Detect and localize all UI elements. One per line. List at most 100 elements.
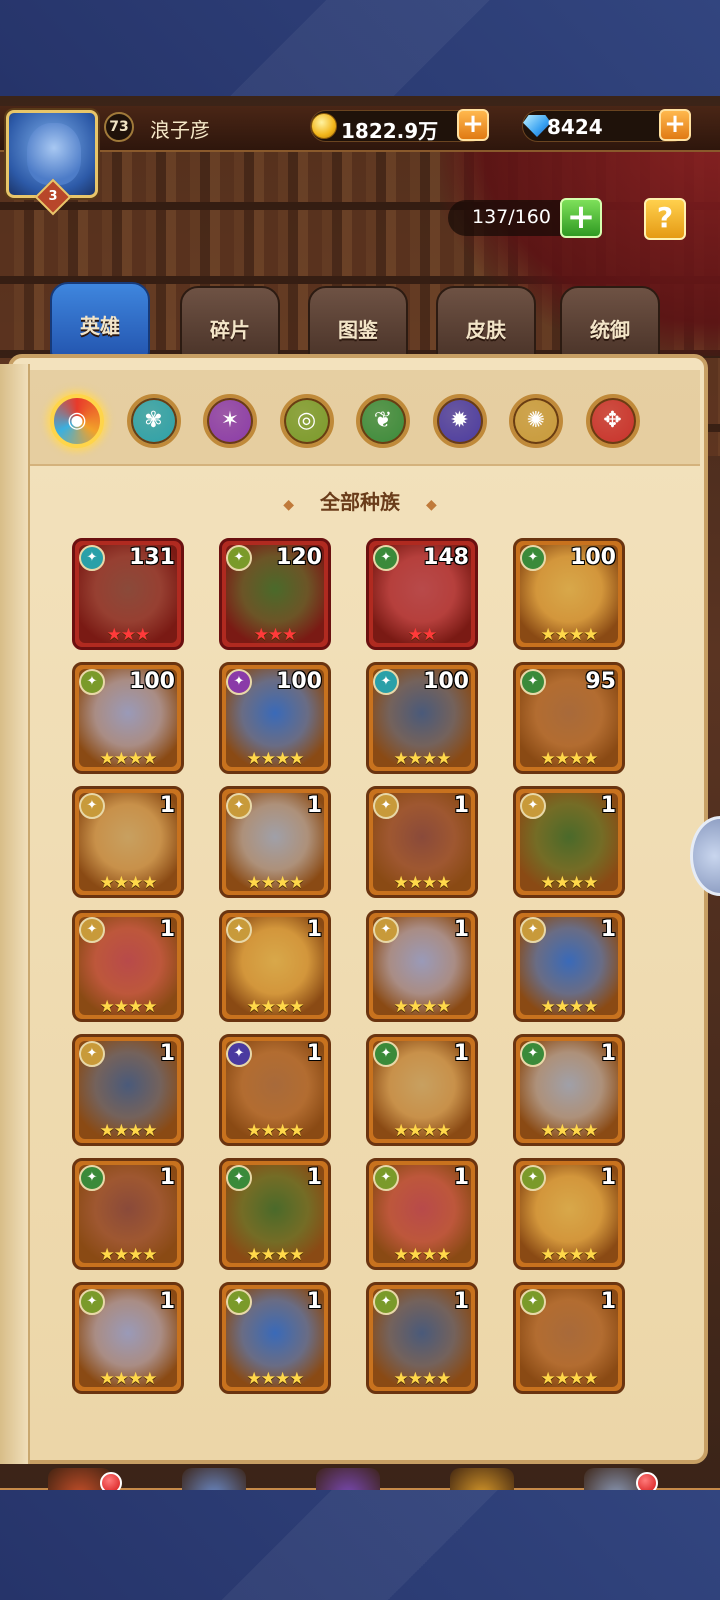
tab-label: 图鉴: [338, 318, 378, 342]
hero-card[interactable]: ✦ 1 ★★★★: [219, 786, 331, 898]
tab-fragments[interactable]: 碎片: [180, 286, 280, 362]
nature-faction-icon: ✦: [520, 669, 546, 695]
light-faction-filter-button[interactable]: ✺: [509, 394, 563, 448]
notification-dot-icon: [636, 1472, 658, 1490]
hero-level: 1: [306, 917, 322, 942]
light-faction-icon: ✦: [79, 1041, 105, 1067]
gold-resource: 1822.9万 +: [310, 109, 489, 143]
hero-card[interactable]: ✦ 1 ★★★★: [72, 910, 184, 1022]
hero-level: 148: [423, 545, 469, 570]
hero-star-rating: ★★★★: [246, 997, 305, 1017]
hero-level: 100: [276, 669, 322, 694]
tab-codex[interactable]: 图鉴: [308, 286, 408, 362]
dark-faction-icon: ✦: [226, 669, 252, 695]
tab-skins[interactable]: 皮肤: [436, 286, 536, 362]
light-faction-icon: ✦: [79, 793, 105, 819]
hero-level: 1: [306, 1041, 322, 1066]
nav-backpack[interactable]: 背包: [422, 1468, 542, 1490]
forest-faction-icon: ✦: [79, 545, 105, 571]
light-faction-icon: ✺: [526, 408, 546, 433]
hero-star-rating: ★★★★: [393, 1245, 452, 1265]
hero-card[interactable]: ✦ 1 ★★★★: [72, 1034, 184, 1146]
hero-star-rating: ★★★★: [99, 1369, 158, 1389]
nature-faction-icon: ✦: [520, 545, 546, 571]
hero-card[interactable]: ✦ 100 ★★★★: [513, 538, 625, 650]
hero-star-rating: ★★★★: [246, 1121, 305, 1141]
hero-star-rating: ★★★★: [540, 997, 599, 1017]
hero-level: 95: [585, 669, 616, 694]
hero-card[interactable]: ✦ 1 ★★★★: [366, 1158, 478, 1270]
hero-star-rating: ★★★★: [99, 1245, 158, 1265]
nature-faction-filter-button[interactable]: ❦: [356, 394, 410, 448]
nav-guild-tower[interactable]: 公会: [556, 1468, 676, 1490]
backpack-icon: [450, 1468, 514, 1490]
add-gems-button[interactable]: +: [659, 109, 691, 141]
gem-resource: 8424 +: [522, 109, 691, 142]
hero-card[interactable]: ✦ 1 ★★★★: [219, 1158, 331, 1270]
hero-card[interactable]: ✦ 1 ★★★★: [513, 786, 625, 898]
hero-card[interactable]: ✦ 1 ★★★★: [219, 910, 331, 1022]
hero-card[interactable]: ✦ 1 ★★★★: [366, 1034, 478, 1146]
blue-lion-avatar-icon: [27, 123, 81, 185]
light-faction-icon: ✦: [226, 793, 252, 819]
hero-card[interactable]: ✦ 100 ★★★★: [366, 662, 478, 774]
dark-faction-filter-button[interactable]: ✶: [203, 394, 257, 448]
shadow-faction-filter-button[interactable]: ✥: [585, 394, 640, 448]
hero-star-rating: ★★★★: [393, 749, 452, 769]
hero-card[interactable]: ✦ 100 ★★★★: [72, 662, 184, 774]
hero-star-rating: ★★★★: [393, 997, 452, 1017]
hero-card[interactable]: ✦ 1 ★★★★: [72, 1158, 184, 1270]
nav-castle[interactable]: 主城: [20, 1468, 140, 1490]
all-factions-filter-button[interactable]: ◉: [50, 394, 104, 448]
section-title: ◆ 全部种族 ◆: [0, 486, 720, 515]
hero-level: 131: [129, 545, 175, 570]
nature-faction-icon: ✦: [226, 1165, 252, 1191]
abyss-faction-filter-button[interactable]: ✹: [432, 394, 487, 448]
add-gold-button[interactable]: +: [457, 109, 489, 141]
fortress-faction-icon: ✦: [226, 545, 252, 571]
forest-faction-filter-button[interactable]: ✾: [126, 394, 181, 448]
hero-star-rating: ★★★★: [393, 1369, 452, 1389]
hero-card[interactable]: ✦ 95 ★★★★: [513, 662, 625, 774]
fortress-faction-icon: ✦: [79, 1289, 105, 1315]
hero-level: 1: [600, 1289, 616, 1314]
hero-star-rating: ★★★★: [540, 1369, 599, 1389]
nav-hero-portrait[interactable]: 英雄: [154, 1468, 274, 1490]
light-faction-icon: ✦: [79, 917, 105, 943]
tab-command[interactable]: 统御: [560, 286, 660, 362]
dark-faction-icon: ✶: [220, 408, 240, 433]
hero-card[interactable]: ✦ 1 ★★★★: [72, 1282, 184, 1394]
notification-dot-icon: [100, 1472, 122, 1490]
hero-card[interactable]: ✦ 1 ★★★★: [72, 786, 184, 898]
tab-heroes[interactable]: 英雄: [50, 282, 150, 358]
hero-card[interactable]: ✦ 131 ★★★: [72, 538, 184, 650]
hero-card[interactable]: ✦ 1 ★★★★: [219, 1282, 331, 1394]
forest-faction-icon: ✦: [373, 669, 399, 695]
tab-label: 碎片: [210, 318, 250, 342]
hero-card[interactable]: ✦ 1 ★★★★: [513, 1282, 625, 1394]
hero-card[interactable]: ✦ 1 ★★★★: [366, 1282, 478, 1394]
hero-card[interactable]: ✦ 100 ★★★★: [219, 662, 331, 774]
hero-card[interactable]: ✦ 1 ★★★★: [219, 1034, 331, 1146]
nature-faction-icon: ✦: [79, 1165, 105, 1191]
hero-card[interactable]: ✦ 1 ★★★★: [366, 786, 478, 898]
expand-capacity-button[interactable]: +: [560, 198, 602, 238]
hero-star-rating: ★★★★: [246, 1369, 305, 1389]
hero-level: 1: [306, 1289, 322, 1314]
hero-card[interactable]: ✦ 148 ★★: [366, 538, 478, 650]
tab-label: 统御: [590, 318, 630, 342]
hero-card[interactable]: ✦ 1 ★★★★: [513, 1158, 625, 1270]
hero-card[interactable]: ✦ 1 ★★★★: [366, 910, 478, 1022]
fortress-faction-icon: ✦: [373, 1165, 399, 1191]
nav-portal[interactable]: 探险: [288, 1468, 408, 1490]
hero-level: 1: [159, 1289, 175, 1314]
help-button[interactable]: ?: [644, 198, 686, 240]
hero-card[interactable]: ✦ 120 ★★★: [219, 538, 331, 650]
hero-star-rating: ★★★★: [246, 1245, 305, 1265]
hero-card[interactable]: ✦ 1 ★★★★: [513, 910, 625, 1022]
hero-card[interactable]: ✦ 1 ★★★★: [513, 1034, 625, 1146]
hero-star-rating: ★★★★: [99, 873, 158, 893]
portal-icon: [316, 1468, 380, 1490]
hero-level: 1: [159, 1041, 175, 1066]
fortress-faction-filter-button[interactable]: ◎: [279, 394, 334, 448]
